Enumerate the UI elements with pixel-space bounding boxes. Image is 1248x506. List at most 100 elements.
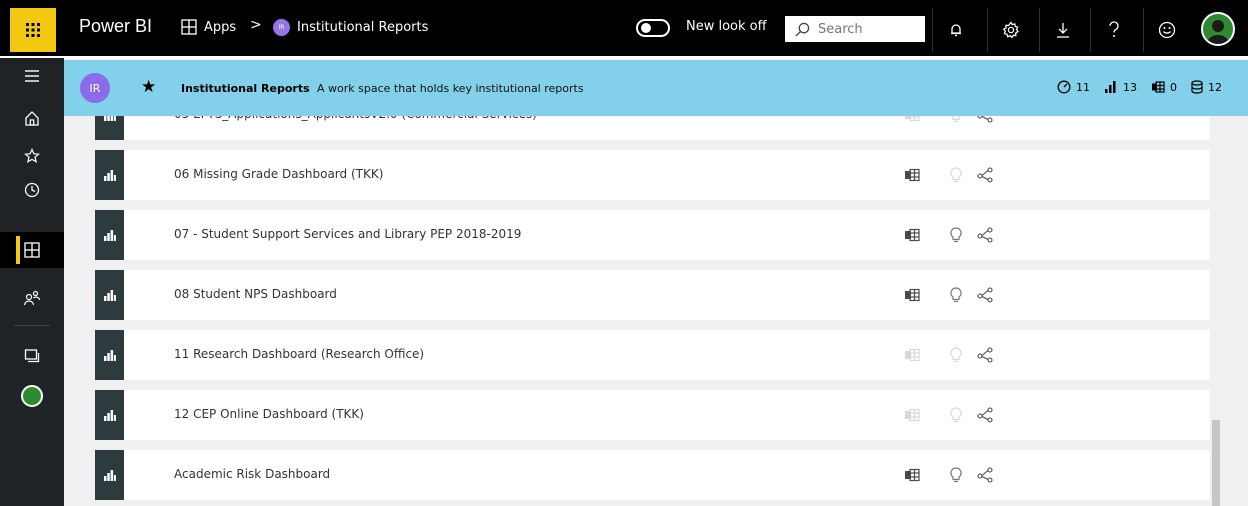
stat-workbooks[interactable]: 0 bbox=[1151, 80, 1177, 94]
quick-insights-button[interactable] bbox=[947, 286, 965, 304]
workspace-stats: 11 13 0 12 bbox=[1057, 80, 1222, 94]
analyze-in-excel-button[interactable] bbox=[903, 406, 921, 424]
list-item[interactable]: 08 Student NPS Dashboard bbox=[95, 270, 1210, 320]
nav-apps[interactable] bbox=[0, 232, 64, 268]
stat-dashboards[interactable]: 11 bbox=[1057, 80, 1090, 94]
settings-button[interactable] bbox=[987, 8, 1033, 52]
related-content-button[interactable] bbox=[977, 116, 995, 124]
bar-chart-icon bbox=[103, 350, 116, 361]
nav-collapse-button[interactable] bbox=[0, 58, 64, 94]
list-item[interactable]: 05 EFTS_Applications_ApplicantsV2.0 (Com… bbox=[95, 116, 1210, 140]
help-icon bbox=[1108, 21, 1119, 37]
app-launcher-button[interactable] bbox=[10, 8, 56, 52]
stat-datasets[interactable]: 12 bbox=[1191, 80, 1222, 94]
related-content-button[interactable] bbox=[977, 406, 995, 424]
lineage-icon bbox=[977, 227, 993, 243]
home-icon bbox=[25, 111, 39, 126]
hamburger-icon bbox=[25, 70, 39, 82]
toggle-knob bbox=[641, 23, 651, 33]
help-button[interactable] bbox=[1090, 8, 1136, 52]
bell-icon bbox=[950, 24, 961, 37]
notifications-button[interactable] bbox=[932, 8, 978, 52]
breadcrumb-workspace-label: Institutional Reports bbox=[297, 20, 429, 35]
workspace-title: Institutional Reports bbox=[181, 82, 310, 95]
breadcrumb-workspace[interactable]: IR Institutional Reports bbox=[273, 19, 428, 36]
gear-icon bbox=[1002, 21, 1019, 39]
report-name[interactable]: 08 Student NPS Dashboard bbox=[174, 287, 337, 301]
lightbulb-icon bbox=[950, 227, 962, 243]
excel-icon bbox=[905, 116, 920, 122]
active-indicator bbox=[16, 236, 20, 264]
user-avatar[interactable] bbox=[1201, 12, 1235, 46]
brand-title[interactable]: Power BI bbox=[79, 16, 152, 37]
bar-chart-icon bbox=[103, 170, 116, 181]
report-name[interactable]: 12 CEP Online Dashboard (TKK) bbox=[174, 407, 364, 421]
shared-people-icon bbox=[23, 290, 41, 306]
bar-chart-icon bbox=[103, 410, 116, 421]
nav-recent[interactable] bbox=[0, 172, 64, 208]
report-name[interactable]: 05 EFTS_Applications_ApplicantsV2.0 (Com… bbox=[174, 116, 537, 121]
feedback-button[interactable] bbox=[1143, 8, 1189, 52]
quick-insights-button[interactable] bbox=[947, 406, 965, 424]
quick-insights-button[interactable] bbox=[947, 226, 965, 244]
related-content-button[interactable] bbox=[977, 346, 995, 364]
lightbulb-icon bbox=[951, 116, 961, 123]
list-item[interactable]: 11 Research Dashboard (Research Office) bbox=[95, 330, 1210, 380]
search-input[interactable] bbox=[818, 21, 918, 37]
analyze-in-excel-button[interactable] bbox=[903, 166, 921, 184]
quick-insights-button[interactable] bbox=[947, 346, 965, 364]
analyze-in-excel-button[interactable] bbox=[903, 116, 921, 124]
breadcrumb-separator: > bbox=[250, 17, 262, 33]
lineage-icon bbox=[977, 287, 993, 303]
stat-workbooks-count: 0 bbox=[1170, 80, 1177, 94]
search-box[interactable] bbox=[785, 16, 925, 42]
report-name[interactable]: Academic Risk Dashboard bbox=[174, 467, 330, 481]
excel-icon bbox=[905, 468, 920, 482]
search-icon bbox=[795, 22, 810, 37]
nav-my-workspace[interactable] bbox=[0, 378, 64, 414]
report-name[interactable]: 06 Missing Grade Dashboard (TKK) bbox=[174, 167, 383, 181]
related-content-button[interactable] bbox=[977, 466, 995, 484]
report-name[interactable]: 11 Research Dashboard (Research Office) bbox=[174, 347, 424, 361]
vertical-scrollbar[interactable] bbox=[1212, 420, 1220, 506]
quick-insights-button[interactable] bbox=[947, 166, 965, 184]
star-icon bbox=[24, 148, 40, 164]
analyze-in-excel-button[interactable] bbox=[903, 466, 921, 484]
lineage-icon bbox=[977, 467, 993, 483]
workspace-avatar: IR bbox=[80, 73, 110, 103]
lineage-icon bbox=[977, 407, 993, 423]
nav-favorites[interactable] bbox=[0, 138, 64, 174]
analyze-in-excel-button[interactable] bbox=[903, 346, 921, 364]
apps-icon bbox=[181, 19, 197, 35]
nav-shared-with-me[interactable] bbox=[0, 280, 64, 316]
report-type-icon bbox=[95, 270, 124, 320]
stat-reports[interactable]: 13 bbox=[1104, 80, 1137, 94]
list-item[interactable]: Academic Risk Dashboard bbox=[95, 450, 1210, 500]
bar-chart-icon bbox=[103, 470, 116, 481]
breadcrumb-apps[interactable]: Apps bbox=[181, 19, 236, 35]
report-type-icon bbox=[95, 390, 124, 440]
lightbulb-icon bbox=[950, 347, 962, 363]
list-item[interactable]: 07 - Student Support Services and Librar… bbox=[95, 210, 1210, 260]
analyze-in-excel-button[interactable] bbox=[903, 286, 921, 304]
quick-insights-button[interactable] bbox=[947, 466, 965, 484]
report-name[interactable]: 07 - Student Support Services and Librar… bbox=[174, 227, 521, 241]
new-look-toggle[interactable] bbox=[636, 19, 670, 37]
gauge-icon bbox=[1057, 80, 1071, 94]
download-button[interactable] bbox=[1039, 8, 1085, 52]
related-content-button[interactable] bbox=[977, 166, 995, 184]
bar-chart-icon bbox=[103, 230, 116, 241]
favorite-star-icon[interactable]: ★ bbox=[141, 77, 156, 97]
analyze-in-excel-button[interactable] bbox=[903, 226, 921, 244]
list-item[interactable]: 06 Missing Grade Dashboard (TKK) bbox=[95, 150, 1210, 200]
stat-reports-count: 13 bbox=[1123, 80, 1137, 94]
workspace-description: A work space that holds key institutiona… bbox=[317, 82, 584, 95]
quick-insights-button[interactable] bbox=[947, 116, 965, 124]
report-type-icon bbox=[95, 450, 124, 500]
related-content-button[interactable] bbox=[977, 286, 995, 304]
list-item[interactable]: 12 CEP Online Dashboard (TKK) bbox=[95, 390, 1210, 440]
related-content-button[interactable] bbox=[977, 226, 995, 244]
smiley-icon bbox=[1158, 21, 1175, 39]
nav-home[interactable] bbox=[0, 100, 64, 136]
nav-workspaces[interactable] bbox=[0, 338, 64, 374]
